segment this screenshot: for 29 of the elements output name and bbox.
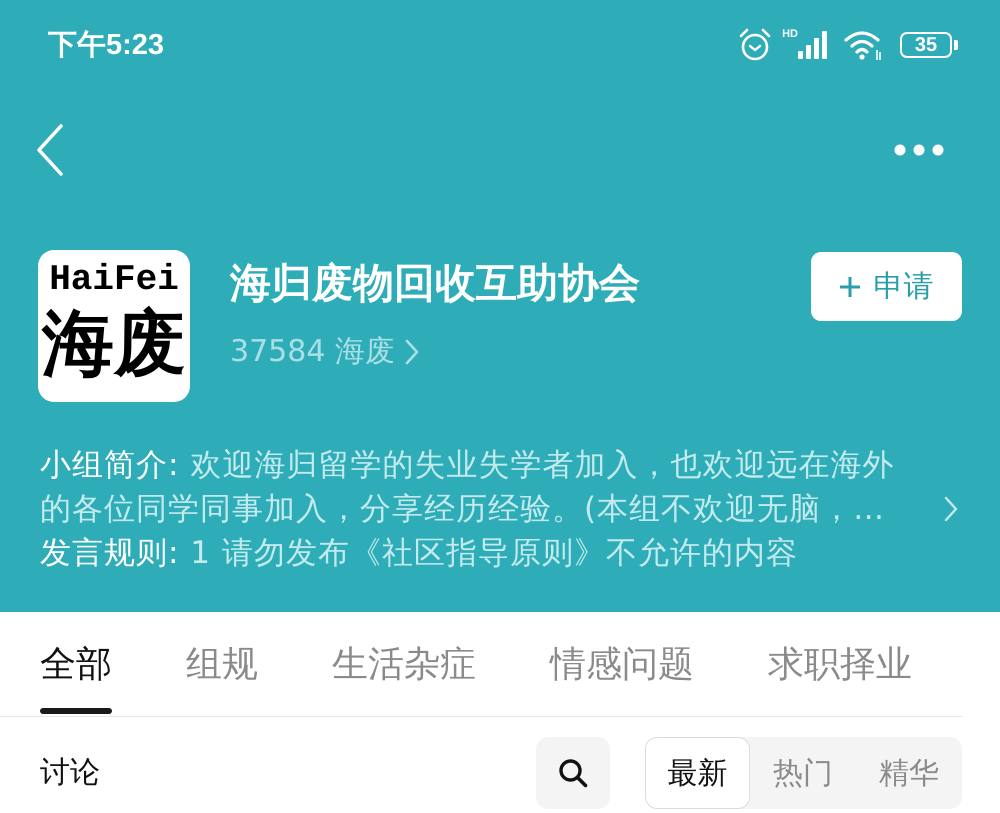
sort-option[interactable]: 最新	[645, 737, 750, 809]
network-type-label: HD	[782, 29, 798, 40]
category-tab[interactable]: 求职择业	[768, 643, 912, 716]
search-button[interactable]	[536, 737, 610, 809]
sort-option[interactable]: 精华	[856, 737, 962, 809]
member-count-link[interactable]: 37584 海废	[230, 332, 395, 372]
category-tab[interactable]: 生活杂症	[332, 643, 476, 716]
more-icon[interactable]	[894, 144, 944, 156]
battery-indicator: 35	[900, 32, 958, 58]
group-name: 海归废物回收互助协会	[230, 258, 640, 308]
section-title: 讨论	[40, 754, 100, 792]
search-icon	[558, 758, 588, 788]
apply-button[interactable]: 申请	[811, 252, 962, 321]
wifi-icon	[844, 29, 884, 61]
logo-text: HaiFei	[49, 260, 179, 300]
category-tab[interactable]: 全部	[40, 643, 112, 716]
status-time: 下午5:23	[48, 28, 164, 63]
group-intro-text: 小组简介: 欢迎海归留学的失业失学者加入，也欢迎远在海外的各位同学同事加入，分享经历经验。(本组不欢迎无脑，…	[40, 446, 896, 529]
chevron-right-icon[interactable]	[404, 339, 419, 365]
category-tab[interactable]: 情感问题	[550, 643, 694, 716]
plus-icon	[840, 276, 860, 296]
posting-rules-text: 发言规则: 1 请勿发布《社区指导原则》不允许的内容	[40, 534, 798, 573]
logo-text: 海废	[42, 300, 186, 386]
chevron-right-icon[interactable]	[944, 496, 958, 522]
sort-option[interactable]: 热门	[750, 737, 856, 809]
back-icon[interactable]	[37, 124, 64, 176]
category-tab[interactable]: 组规	[186, 643, 258, 716]
alarm-clock-icon	[738, 28, 772, 62]
signal-icon	[798, 31, 828, 59]
